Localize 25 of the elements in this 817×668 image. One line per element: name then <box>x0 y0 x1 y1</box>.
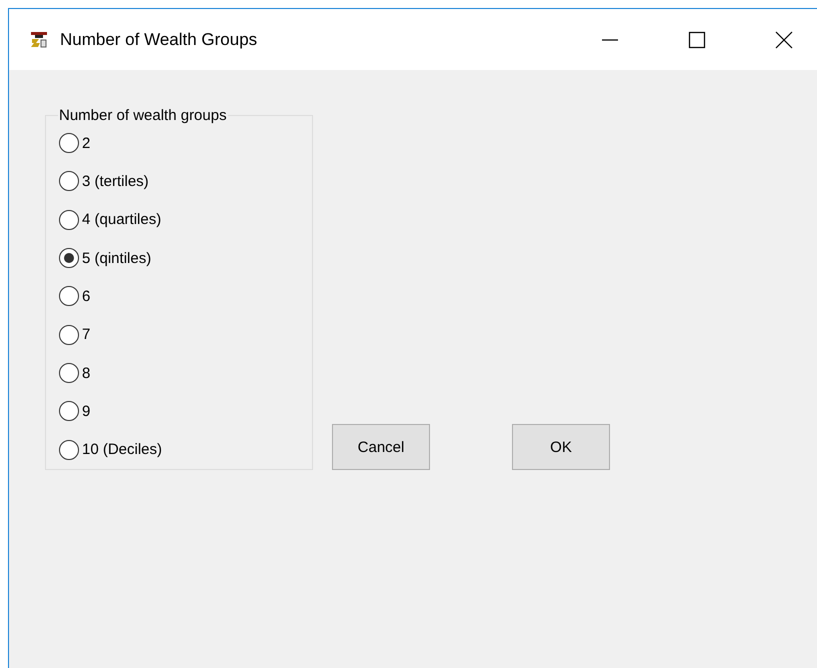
radio-option[interactable]: 4 (quartiles) <box>59 200 312 239</box>
radio-option[interactable]: 5 (qintiles) <box>59 238 312 278</box>
maximize-icon[interactable] <box>688 30 706 48</box>
app-icon <box>30 32 48 48</box>
group-label: Number of wealth groups <box>58 107 228 124</box>
radio-button[interactable] <box>59 440 79 460</box>
radio-button[interactable] <box>59 363 79 384</box>
ok-button[interactable]: OK <box>512 424 610 470</box>
radio-button[interactable] <box>59 248 79 268</box>
radio-button[interactable] <box>59 401 79 422</box>
radio-option[interactable]: 2 <box>59 124 312 162</box>
radio-button[interactable] <box>59 324 79 345</box>
radio-button[interactable] <box>59 286 79 306</box>
radio-button[interactable] <box>59 133 79 154</box>
radio-option[interactable]: 10 (Deciles) <box>59 430 312 469</box>
radio-option[interactable]: 6 <box>59 277 312 316</box>
radio-option[interactable]: 9 <box>59 392 312 431</box>
radio-button[interactable] <box>59 210 79 230</box>
radio-option[interactable]: 3 (tertiles) <box>59 162 312 201</box>
window-title: Number of Wealth Groups <box>60 30 258 50</box>
close-icon[interactable] <box>775 30 793 48</box>
radio-option[interactable]: 7 <box>59 316 312 354</box>
radio-option[interactable]: 8 <box>59 354 312 392</box>
cancel-button[interactable]: Cancel <box>332 424 430 470</box>
radio-button[interactable] <box>59 171 79 192</box>
